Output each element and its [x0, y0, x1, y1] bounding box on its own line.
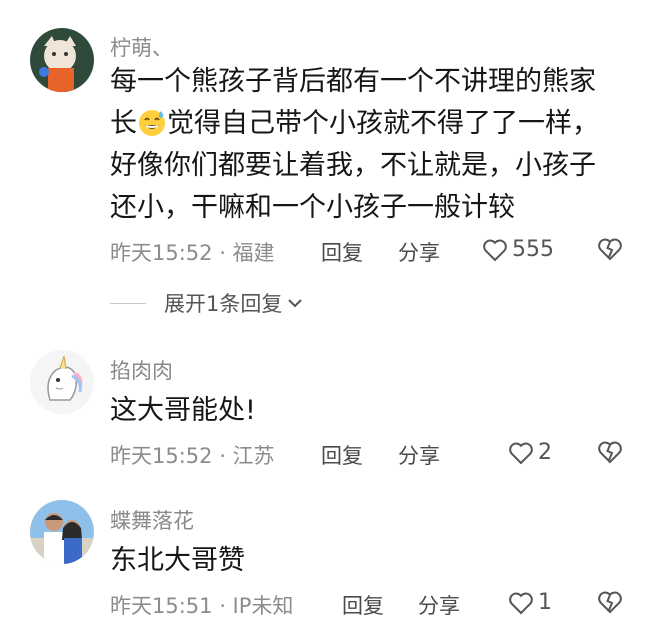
- timestamp-location: 昨天15:51 · IP未知: [110, 594, 294, 618]
- heart-icon: [509, 592, 533, 614]
- reply-button[interactable]: 回复: [342, 590, 384, 620]
- broken-heart-icon: [598, 591, 622, 614]
- like-button[interactable]: 1: [508, 590, 552, 615]
- like-count: 1: [538, 590, 552, 615]
- comment-item: 蝶舞落花 东北大哥赞 昨天15:51 · IP未知 回复 分享 1: [0, 0, 660, 642]
- comment-text: 东北大哥赞: [110, 545, 245, 576]
- share-button[interactable]: 分享: [418, 590, 460, 620]
- comment-meta: 昨天15:51 · IP未知 回复 分享 1: [110, 590, 630, 620]
- username[interactable]: 蝶舞落花: [110, 505, 194, 535]
- avatar[interactable]: [30, 500, 94, 564]
- dislike-button[interactable]: [597, 590, 623, 619]
